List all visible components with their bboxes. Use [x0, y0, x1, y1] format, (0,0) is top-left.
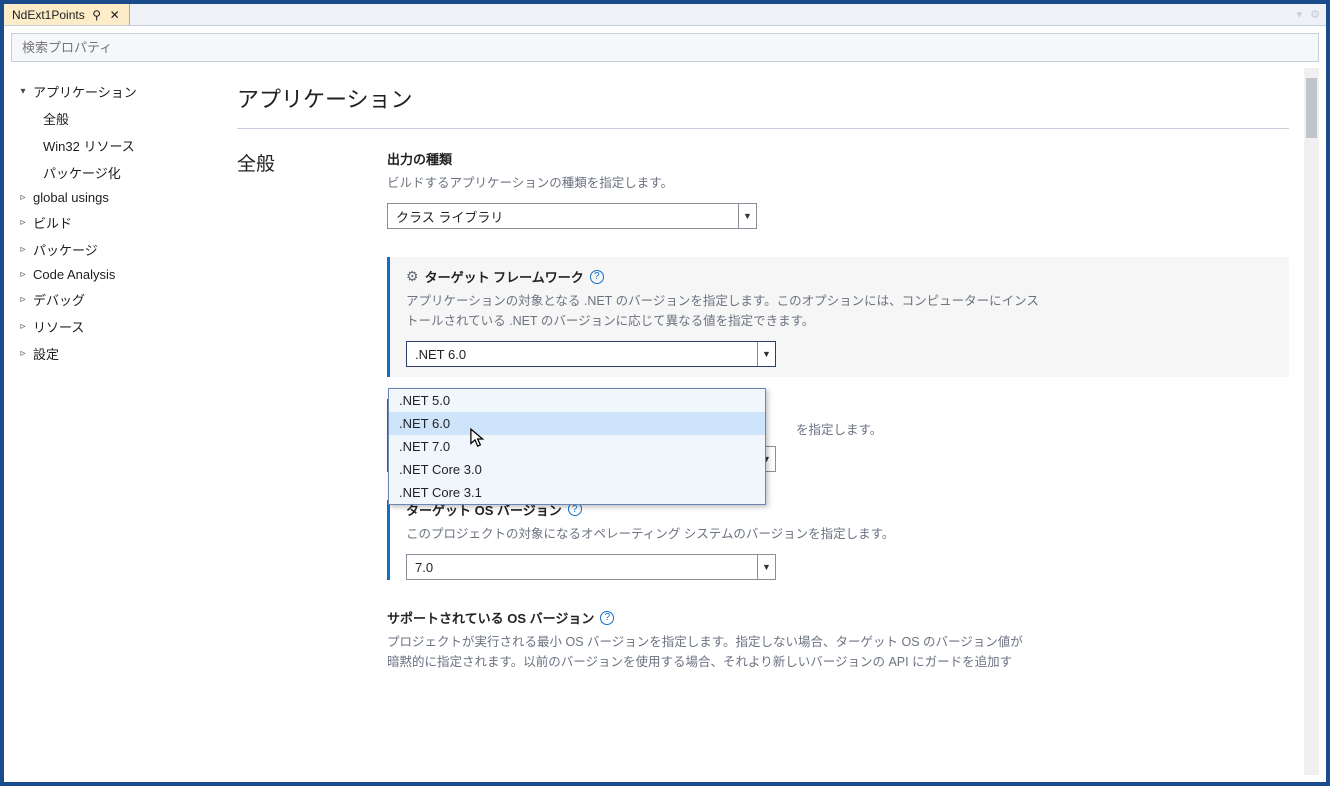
pin-icon[interactable]: ⚲ [91, 8, 103, 22]
field-supported-os-version: サポートされている OS バージョン ? プロジェクトが実行される最小 OS バ… [387, 608, 1289, 672]
scrollbar-thumb[interactable] [1306, 78, 1317, 138]
sidebar-item-win32-resources[interactable]: Win32 リソース [15, 132, 215, 159]
dropdown-option[interactable]: .NET 6.0 [389, 412, 765, 435]
dropdown-option[interactable]: .NET 5.0 [389, 389, 765, 412]
sidebar-item-build[interactable]: ▹ ビルド [15, 209, 215, 236]
field-target-os-version: ターゲット OS バージョン ? このプロジェクトの対象になるオペレーティング … [387, 500, 1289, 580]
chevron-right-icon: ▹ [17, 321, 29, 332]
sidebar-item-label: アプリケーション [33, 82, 137, 101]
page-title: アプリケーション [237, 72, 1289, 129]
help-icon[interactable]: ? [600, 611, 614, 625]
chevron-right-icon: ▹ [17, 244, 29, 255]
document-tab-active[interactable]: NdExt1Points ⚲ ✕ [4, 4, 130, 25]
sidebar-item-settings[interactable]: ▹ 設定 [15, 340, 215, 367]
chevron-down-icon[interactable]: ▼ [757, 342, 775, 366]
sidebar-item-code-analysis[interactable]: ▹ Code Analysis [15, 263, 215, 286]
sidebar-item-general[interactable]: 全般 [15, 105, 215, 132]
sidebar-item-label: ビルド [33, 213, 72, 232]
field-label-supported-os: サポートされている OS バージョン [387, 608, 594, 627]
sidebar-item-label: デバッグ [33, 290, 85, 309]
target-os-version-combobox[interactable]: 7.0 ▼ [406, 554, 776, 580]
field-desc-target-os-tail: を指定します。 [796, 421, 1289, 440]
chevron-down-icon[interactable]: ▼ [757, 555, 775, 579]
gear-icon: ⚙ [406, 268, 419, 285]
help-icon[interactable]: ? [590, 270, 604, 284]
combobox-value: .NET 6.0 [407, 347, 757, 362]
field-desc-target-os-version: このプロジェクトの対象になるオペレーティング システムのバージョンを指定します。 [406, 525, 1046, 544]
sidebar-item-label: パッケージ化 [43, 163, 121, 182]
target-framework-combobox[interactable]: .NET 6.0 ▼ [406, 341, 776, 367]
chevron-right-icon: ▹ [17, 294, 29, 305]
sidebar-item-global-usings[interactable]: ▹ global usings [15, 186, 215, 209]
sidebar-item-label: 全般 [43, 109, 69, 128]
chevron-right-icon: ▹ [17, 348, 29, 359]
sidebar-item-debug[interactable]: ▹ デバッグ [15, 286, 215, 313]
combobox-value: クラス ライブラリ [388, 207, 738, 226]
tab-overflow-icon[interactable]: ▾ [1297, 8, 1303, 21]
properties-category-sidebar: ▾ アプリケーション 全般 Win32 リソース パッケージ化 ▹ global… [11, 68, 219, 775]
combobox-value: 7.0 [407, 560, 757, 575]
output-type-combobox[interactable]: クラス ライブラリ ▼ [387, 203, 757, 229]
tab-settings-gear-icon[interactable]: ⚙ [1310, 8, 1320, 21]
field-target-framework: ⚙ ターゲット フレームワーク ? アプリケーションの対象となる .NET のバ… [387, 257, 1289, 377]
sidebar-item-application[interactable]: ▾ アプリケーション [15, 78, 215, 105]
field-output-type: 出力の種類 ビルドするアプリケーションの種類を指定します。 クラス ライブラリ … [387, 149, 1289, 229]
close-icon[interactable]: ✕ [109, 8, 121, 22]
sidebar-item-packaging[interactable]: パッケージ化 [15, 159, 215, 186]
sidebar-item-resources[interactable]: ▹ リソース [15, 313, 215, 340]
document-tab-bar: NdExt1Points ⚲ ✕ ▾ ⚙ [4, 4, 1326, 26]
sidebar-item-label: リソース [33, 317, 84, 336]
sidebar-item-package[interactable]: ▹ パッケージ [15, 236, 215, 263]
properties-content-pane: アプリケーション 全般 出力の種類 ビルドするアプリケーションの種類を指定します… [219, 68, 1319, 775]
target-framework-dropdown[interactable]: .NET 5.0.NET 6.0.NET 7.0.NET Core 3.0.NE… [388, 388, 766, 505]
sidebar-item-label: パッケージ [33, 240, 98, 259]
section-general-title: 全般 [237, 149, 387, 176]
sidebar-item-label: Code Analysis [33, 267, 115, 282]
sidebar-item-label: 設定 [33, 344, 59, 363]
chevron-right-icon: ▹ [17, 269, 29, 280]
field-desc-output-type: ビルドするアプリケーションの種類を指定します。 [387, 174, 1027, 193]
field-desc-target-framework: アプリケーションの対象となる .NET のバージョンを指定します。このオプション… [406, 292, 1046, 331]
content-scrollbar[interactable] [1304, 68, 1319, 775]
dropdown-option[interactable]: .NET Core 3.0 [389, 458, 765, 481]
field-label-target-framework: ターゲット フレームワーク [425, 267, 584, 286]
dropdown-option[interactable]: .NET Core 3.1 [389, 481, 765, 504]
chevron-right-icon: ▹ [17, 192, 29, 203]
chevron-down-icon: ▾ [17, 86, 29, 97]
sidebar-item-label: global usings [33, 190, 109, 205]
tab-title: NdExt1Points [12, 8, 85, 22]
field-desc-supported-os: プロジェクトが実行される最小 OS バージョンを指定します。指定しない場合、ター… [387, 633, 1027, 672]
dropdown-option[interactable]: .NET 7.0 [389, 435, 765, 458]
field-label-output-type: 出力の種類 [387, 149, 452, 168]
sidebar-item-label: Win32 リソース [43, 136, 135, 155]
chevron-down-icon[interactable]: ▼ [738, 204, 756, 228]
search-properties-input[interactable] [11, 33, 1319, 62]
chevron-right-icon: ▹ [17, 217, 29, 228]
